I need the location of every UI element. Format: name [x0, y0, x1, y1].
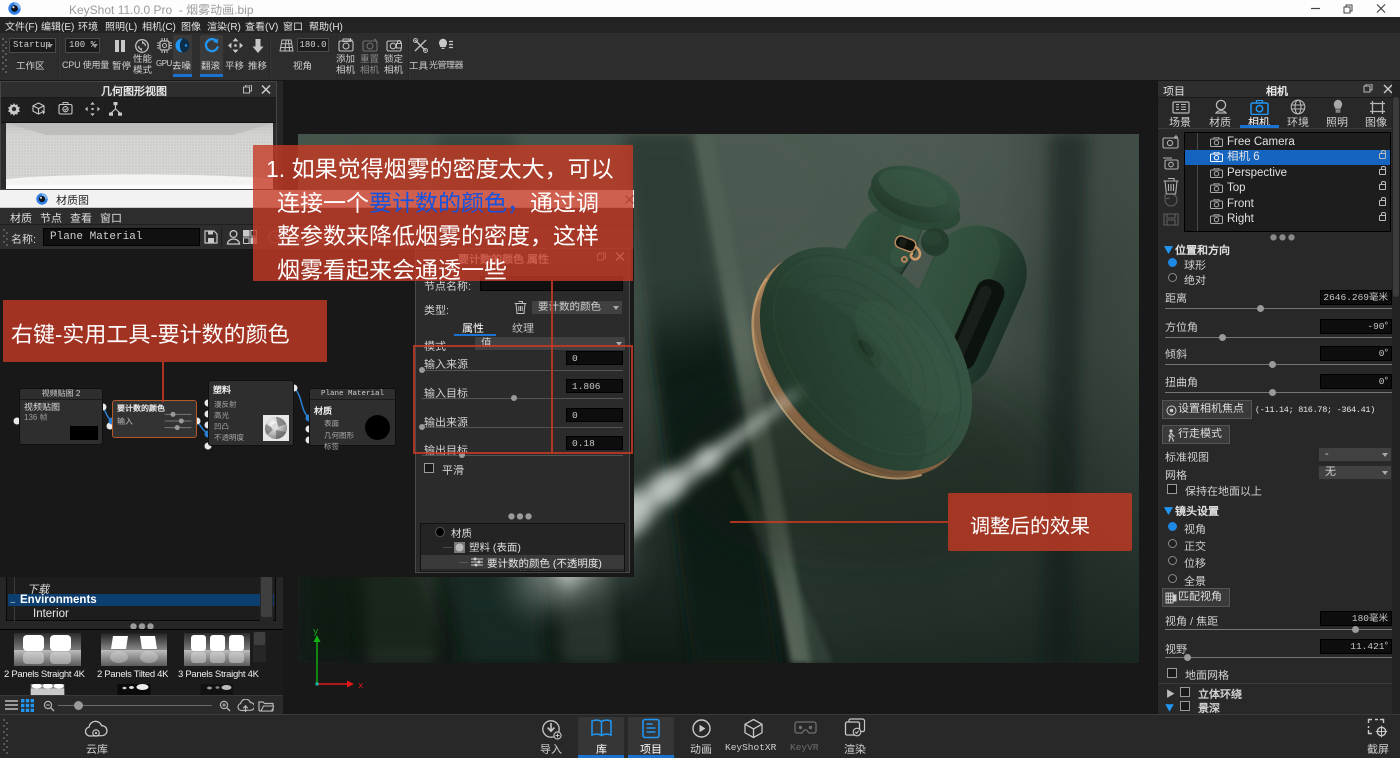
svg-text:x: x — [358, 681, 363, 691]
svg-text:y: y — [313, 627, 319, 637]
